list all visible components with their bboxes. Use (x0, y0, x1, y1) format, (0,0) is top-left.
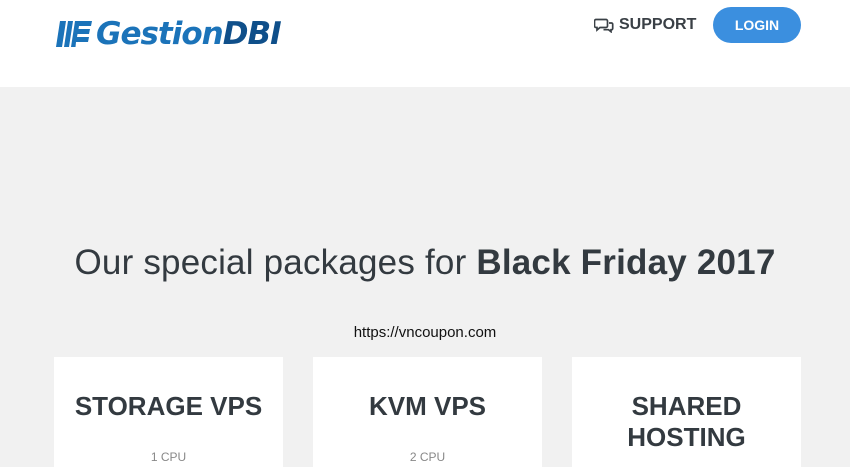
headline-highlight: Black Friday 2017 (476, 243, 776, 282)
support-link[interactable]: SUPPORT (594, 15, 696, 35)
package-card-storage-vps[interactable]: STORAGE VPS 1 CPU (54, 357, 283, 467)
login-button[interactable]: LOGIN (713, 7, 801, 43)
package-title: KVM VPS (368, 391, 487, 421)
package-card-shared-hosting[interactable]: SHARED HOSTING (572, 357, 801, 467)
package-title: SHARED HOSTING (572, 391, 801, 453)
package-title: STORAGE VPS (74, 391, 263, 421)
logo-text: GestionDBI (96, 16, 282, 52)
package-card-kvm-vps[interactable]: KVM VPS 2 CPU (313, 357, 542, 467)
gestiondbi-logo[interactable]: GestionDBI (54, 16, 282, 52)
logo-mark-icon (56, 21, 92, 47)
source-url-text: https://vncoupon.com (353, 324, 497, 341)
logo-text-dbi: DBI (222, 16, 282, 52)
page-headline: Our special packages for Black Friday 20… (0, 240, 850, 286)
support-label: SUPPORT (619, 16, 697, 33)
package-spec: 2 CPU (409, 450, 446, 464)
package-title-line1: SHARED (631, 391, 742, 421)
comments-icon (594, 18, 614, 33)
headline-text: Our special packages for (74, 243, 477, 282)
site-header: GestionDBI SUPPORT LOGIN (0, 0, 850, 87)
logo-text-gestion: Gestion (96, 16, 224, 52)
package-title-line2: HOSTING (627, 422, 746, 452)
package-spec: 1 CPU (150, 450, 187, 464)
